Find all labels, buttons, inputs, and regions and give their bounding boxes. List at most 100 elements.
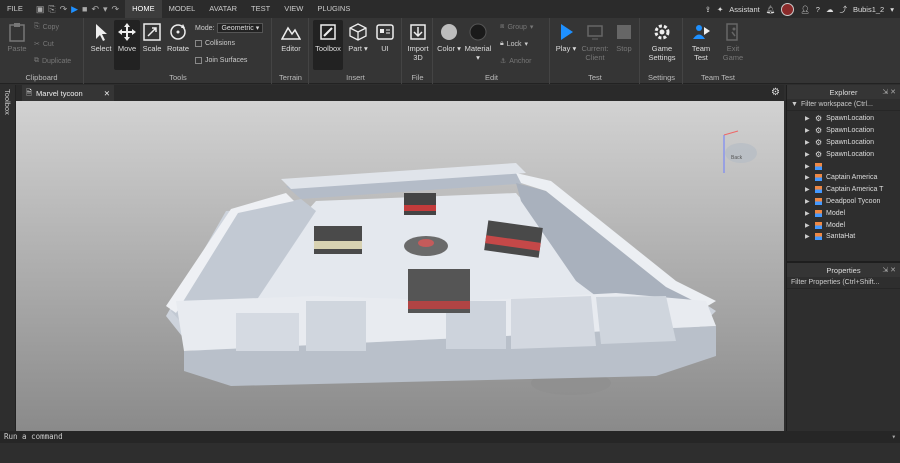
bell-icon[interactable]: 🔔︎ — [766, 5, 776, 14]
rotate-button[interactable]: Rotate — [165, 20, 191, 53]
edit-group: Color ▾ Material ▾ ⧈ Group ▾ 🔒︎ Lock ▾ ⚓︎ A… — [434, 18, 550, 84]
panel-controls[interactable]: ⇲ ✕ — [882, 266, 896, 274]
tab-model[interactable]: MODEL — [162, 0, 203, 18]
file-label: File — [411, 73, 424, 82]
paste-button[interactable]: Paste — [4, 20, 30, 53]
cube-icon — [349, 23, 367, 41]
collisions-toggle[interactable]: Collisions — [195, 40, 235, 47]
tree-item[interactable]: ▶ ⚙ SpawnLocation — [787, 113, 900, 125]
toolbox-strip-label[interactable]: Toolbox — [3, 89, 12, 115]
close-icon[interactable]: ✕ — [104, 89, 110, 98]
ui-button[interactable]: UI — [372, 20, 398, 53]
redo2-icon[interactable]: ↷ — [112, 4, 120, 15]
game-settings-button[interactable]: Game Settings — [644, 20, 680, 62]
exit-game-button[interactable]: Exit Game — [719, 20, 747, 62]
toolbox-icon — [320, 24, 336, 40]
document-tab-label: Marvel tycoon — [36, 88, 83, 98]
properties-filter-input[interactable]: Filter Properties (Ctrl+Shift... — [791, 279, 880, 286]
properties-filter[interactable]: Filter Properties (Ctrl+Shift... — [787, 277, 900, 289]
view-cube[interactable]: Back — [723, 130, 757, 173]
redo-icon[interactable]: ↷ — [60, 4, 68, 15]
avatar[interactable] — [781, 2, 795, 16]
lock-button[interactable]: 🔒︎ Lock ▾ — [500, 40, 528, 48]
command-dropdown-icon[interactable]: ▾ — [891, 431, 896, 443]
tab-home[interactable]: HOME — [125, 0, 162, 18]
cloud-icon[interactable]: ☁ — [826, 5, 834, 14]
terrain-label: Terrain — [279, 73, 302, 82]
share2-icon[interactable]: ⤴ — [839, 4, 847, 15]
share-icon[interactable]: ⇪ — [705, 5, 711, 14]
part-button[interactable]: Part ▾ — [345, 20, 371, 53]
3d-viewport[interactable]: Back — [16, 101, 784, 431]
copy-icon[interactable]: ⎘ — [48, 4, 55, 15]
assistant-icon[interactable]: ✦ — [717, 5, 723, 14]
toolbox-button[interactable]: Toolbox — [313, 20, 343, 70]
filter-icon[interactable]: ▼ — [791, 101, 798, 108]
tab-avatar[interactable]: AVATAR — [202, 0, 244, 18]
settings-label: Settings — [647, 73, 676, 82]
toolbox-strip[interactable]: Toolbox — [0, 85, 16, 431]
mode-dropdown[interactable]: Geometric ▾ — [217, 23, 264, 33]
current-client-button[interactable]: Current: Client — [580, 20, 610, 62]
front-block — [596, 296, 676, 344]
save-icon[interactable]: ▣ — [36, 4, 45, 15]
help-icon[interactable]: ? — [816, 5, 820, 14]
anchor-button[interactable]: ⚓︎ Anchor — [500, 57, 531, 66]
select-button[interactable]: Select — [88, 20, 114, 53]
mode-select[interactable]: Mode: Geometric ▾ — [195, 23, 264, 33]
tree-item[interactable]: ▶ Model — [787, 207, 900, 219]
terrain-icon — [281, 26, 301, 40]
tree-item[interactable]: ▶ Model — [787, 219, 900, 231]
join-surfaces-toggle[interactable]: Join Surfaces — [195, 57, 247, 64]
tab-view[interactable]: VIEW — [277, 0, 310, 18]
stop-button[interactable]: Stop — [611, 20, 637, 53]
explorer-title: Explorer — [829, 87, 858, 97]
cut-button[interactable]: ✂ Cut — [34, 40, 54, 49]
color-button[interactable]: Color ▾ — [436, 20, 462, 53]
document-tab[interactable]: 🗎 Marvel tycoon ✕ — [22, 85, 114, 101]
copy-button[interactable]: ⎘ Copy — [34, 23, 59, 31]
undo-icon[interactable]: ↶ — [91, 4, 99, 15]
material-button[interactable]: Material ▾ — [463, 20, 493, 62]
scale-button[interactable]: Scale — [139, 20, 165, 53]
tree-item[interactable]: ▶ ⚙ SpawnLocation — [787, 125, 900, 137]
dropdown-icon[interactable]: ▾ — [103, 4, 108, 15]
tree-item[interactable]: ▶ SantaHat — [787, 231, 900, 243]
tab-plugins[interactable]: PLUGINS — [310, 0, 357, 18]
tree-item[interactable]: ▶ ⚙ SpawnLocation — [787, 148, 900, 160]
tree-item[interactable]: ▶ Deadpool Tycoon — [787, 196, 900, 208]
expand-icon: ▶ — [805, 139, 810, 146]
move-button[interactable]: Move — [114, 20, 140, 70]
team-test-button[interactable]: Team Test — [687, 20, 715, 62]
panel-controls[interactable]: ⇲ ✕ — [882, 88, 896, 96]
stop-icon[interactable]: ■ — [82, 4, 87, 14]
terrain-editor-button[interactable]: Editor — [276, 20, 306, 53]
model-icon — [815, 209, 822, 217]
tree-item[interactable]: ▶ Captain America — [787, 172, 900, 184]
username[interactable]: Bubis1_2 — [853, 5, 884, 14]
play-icon[interactable]: ▶ — [71, 4, 78, 15]
explorer-filter-input[interactable]: Filter workspace (Ctrl... — [801, 101, 873, 108]
import-3d-button[interactable]: Import 3D — [404, 20, 432, 62]
tree-item[interactable]: ▶ ⚙ SpawnLocation — [787, 137, 900, 149]
tab-test[interactable]: TEST — [244, 0, 277, 18]
exit-icon — [726, 23, 738, 41]
front-block — [306, 301, 366, 351]
terrain-group: Editor Terrain — [273, 18, 309, 84]
front-block — [511, 296, 596, 349]
play-button[interactable]: Play ▾ — [554, 20, 578, 53]
people-icon[interactable]: 👤︎ — [800, 5, 810, 14]
model-icon — [815, 197, 822, 205]
assistant-label[interactable]: Assistant — [729, 5, 759, 14]
command-bar[interactable]: Run a command ▾ — [0, 431, 900, 443]
group-button[interactable]: ⧈ Group ▾ — [500, 23, 533, 31]
viewport-settings-gear-icon[interactable]: ⚙ — [771, 87, 780, 98]
tree-item[interactable]: ▶ — [787, 160, 900, 172]
duplicate-button[interactable]: ⧉ Duplicate — [34, 57, 71, 65]
file-menu[interactable]: FILE — [0, 0, 30, 18]
gear-icon: ⚙ — [815, 149, 823, 159]
user-chevron-icon[interactable]: ▾ — [890, 5, 894, 14]
explorer-filter[interactable]: ▼ Filter workspace (Ctrl... — [787, 99, 900, 111]
command-input[interactable]: Run a command — [4, 432, 63, 441]
tree-item[interactable]: ▶ Captain America T — [787, 184, 900, 196]
